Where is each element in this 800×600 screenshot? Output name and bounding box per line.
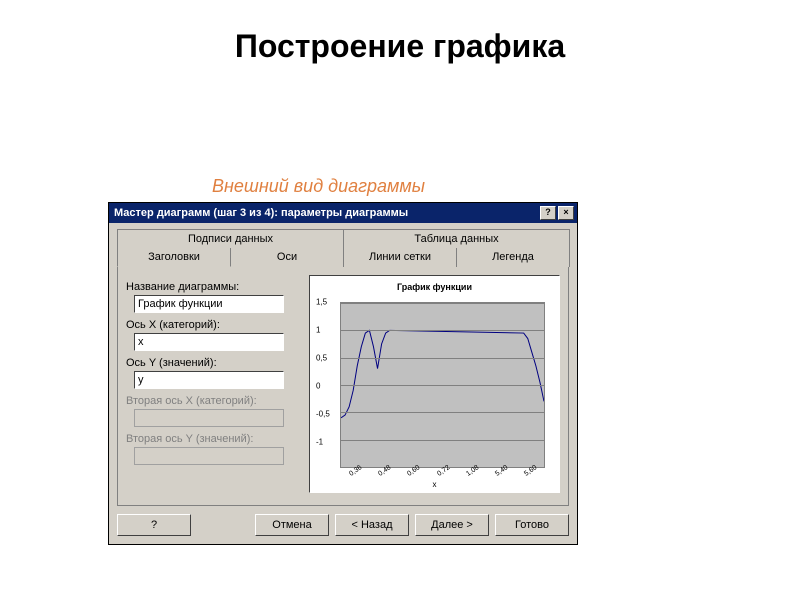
tab-axes[interactable]: Оси (230, 248, 344, 267)
chart-plot-area (340, 302, 545, 468)
titlebar[interactable]: Мастер диаграмм (шаг 3 из 4): параметры … (109, 203, 577, 223)
next-button[interactable]: Далее > (415, 514, 489, 536)
slide-subtitle: Внешний вид диаграммы (212, 176, 425, 197)
tab-panel-titles: Название диаграммы: Ось X (категорий): О… (117, 266, 569, 506)
y-tick: -0,5 (316, 410, 330, 419)
help-button[interactable]: ? (117, 514, 191, 536)
tab-data-labels[interactable]: Подписи данных (117, 229, 344, 248)
x-axis-input[interactable] (134, 333, 284, 351)
tab-gridlines[interactable]: Линии сетки (343, 248, 457, 267)
tab-data-table[interactable]: Таблица данных (343, 229, 570, 248)
finish-button[interactable]: Готово (495, 514, 569, 536)
tab-titles[interactable]: Заголовки (117, 248, 231, 267)
chart-preview: График функции x -1-0,500,511,50,360,480… (309, 275, 560, 493)
y2-axis-input (134, 447, 284, 465)
y-tick: 1,5 (316, 298, 327, 307)
fields-column: Название диаграммы: Ось X (категорий): О… (126, 275, 301, 497)
x-axis-label: Ось X (категорий): (126, 319, 301, 331)
y2-axis-label: Вторая ось Y (значений): (126, 433, 301, 445)
y-tick: 0 (316, 382, 320, 391)
tab-legend[interactable]: Легенда (456, 248, 570, 267)
titlebar-text: Мастер диаграмм (шаг 3 из 4): параметры … (112, 207, 538, 219)
gridline (341, 303, 544, 304)
y-tick: 1 (316, 326, 320, 335)
x2-axis-label: Вторая ось X (категорий): (126, 395, 301, 407)
chart-title-input[interactable] (134, 295, 284, 313)
gridline (341, 330, 544, 331)
y-tick: -1 (316, 438, 323, 447)
dialog-body: Подписи данных Таблица данных Заголовки … (109, 223, 577, 544)
tabs-row-bottom: Заголовки Оси Линии сетки Легенда (117, 248, 569, 267)
slide-title: Построение графика (0, 28, 800, 65)
gridline (341, 412, 544, 413)
cancel-button[interactable]: Отмена (255, 514, 329, 536)
button-row: ? Отмена < Назад Далее > Готово (117, 506, 569, 536)
preview-title: График функции (310, 282, 559, 292)
chart-wizard-dialog: Мастер диаграмм (шаг 3 из 4): параметры … (108, 202, 578, 545)
spacer (197, 514, 249, 536)
y-axis-input[interactable] (134, 371, 284, 389)
help-icon[interactable]: ? (540, 206, 556, 220)
tabs-row-top: Подписи данных Таблица данных (117, 229, 569, 248)
gridline (341, 385, 544, 386)
close-icon[interactable]: × (558, 206, 574, 220)
chart-title-label: Название диаграммы: (126, 281, 301, 293)
gridline (341, 440, 544, 441)
back-button[interactable]: < Назад (335, 514, 409, 536)
y-tick: 0,5 (316, 354, 327, 363)
gridline (341, 358, 544, 359)
x2-axis-input (134, 409, 284, 427)
preview-x-label: x (310, 480, 559, 489)
y-axis-label: Ось Y (значений): (126, 357, 301, 369)
